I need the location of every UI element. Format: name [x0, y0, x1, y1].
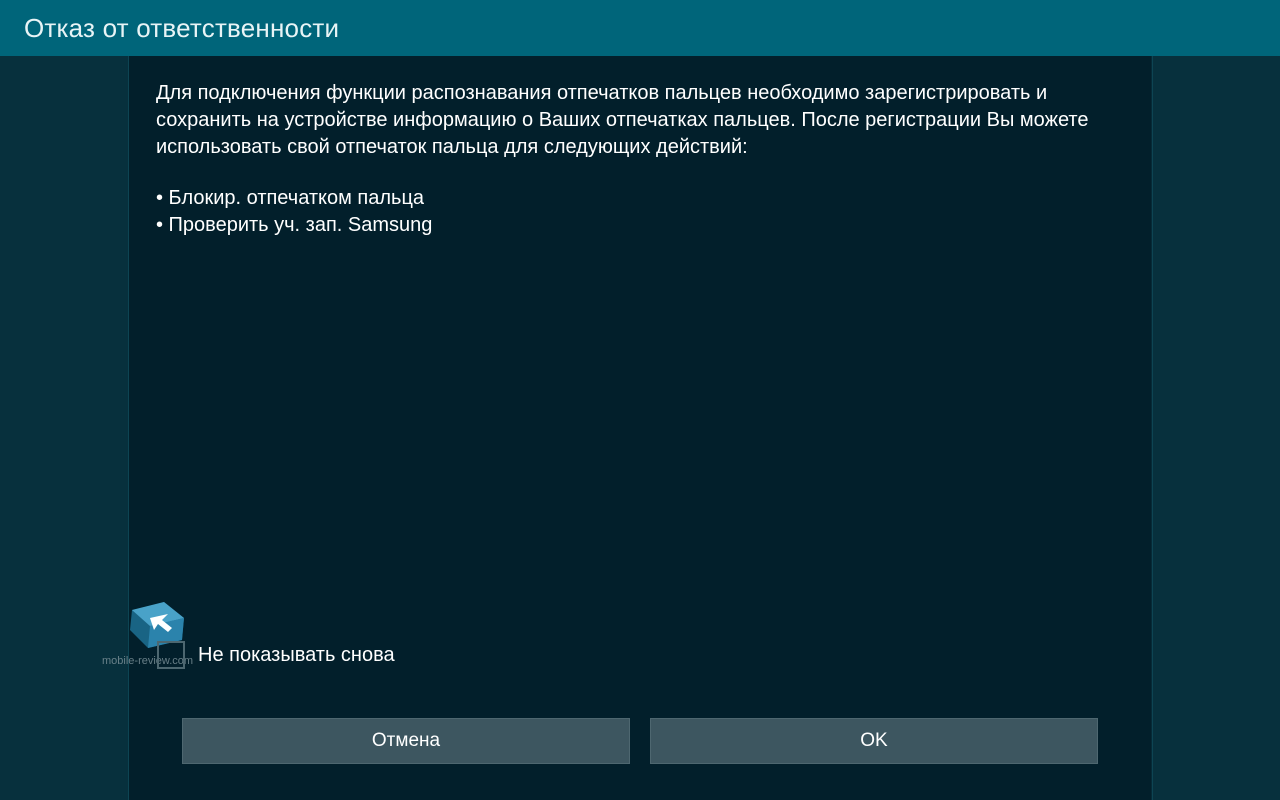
cancel-button[interactable]: Отмена [182, 718, 630, 764]
right-margin [1152, 56, 1280, 800]
list-item: • Блокир. отпечатком пальца [156, 187, 425, 209]
dialog-title: Отказ от ответственности [24, 12, 340, 43]
disclaimer-paragraph: Для подключения функции распознавания от… [156, 82, 1089, 158]
screen: Отказ от ответственности Для подключения… [0, 0, 1280, 800]
dont-show-again-label[interactable]: Не показывать снова [198, 644, 395, 667]
ok-button[interactable]: OK [650, 718, 1098, 764]
disclaimer-text: Для подключения функции распознавания от… [156, 80, 1116, 239]
dont-show-again-checkbox[interactable] [157, 641, 185, 669]
dont-show-again-row[interactable]: Не показывать снова [157, 641, 395, 669]
feature-list: • Блокир. отпечатком пальца • Проверить … [156, 185, 1116, 239]
left-margin [0, 56, 129, 800]
dialog-panel: Для подключения функции распознавания от… [129, 56, 1151, 800]
title-bar: Отказ от ответственности [0, 0, 1280, 56]
list-item: • Проверить уч. зап. Samsung [156, 214, 433, 236]
